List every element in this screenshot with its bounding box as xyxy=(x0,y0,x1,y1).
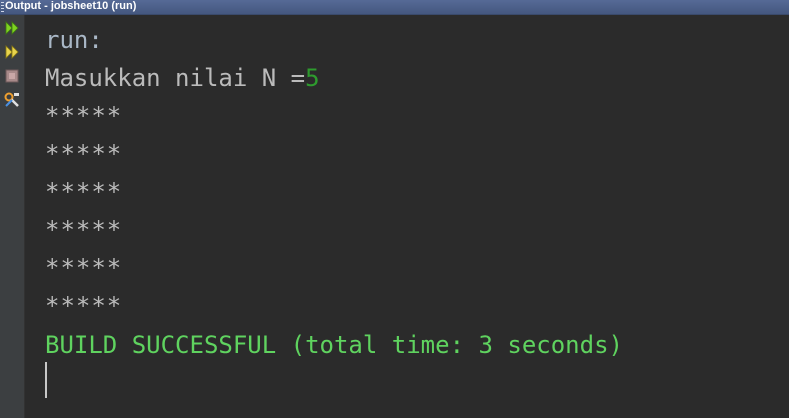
prompt-text: Masukkan nilai N = xyxy=(45,64,306,92)
output-tab-title[interactable]: Output - jobsheet10 (run) xyxy=(0,0,789,15)
output-window: Output - jobsheet10 (run) run: Masukkan … xyxy=(0,0,789,418)
rerun-icon[interactable] xyxy=(3,19,21,37)
output-toolbar xyxy=(0,15,25,418)
drag-grip-icon[interactable] xyxy=(1,2,4,12)
star-row: ***** xyxy=(45,292,123,320)
star-row: ***** xyxy=(45,254,123,282)
settings-icon[interactable] xyxy=(3,91,21,109)
input-value: 5 xyxy=(305,64,320,92)
stop-icon[interactable] xyxy=(3,67,21,85)
star-row: ***** xyxy=(45,216,123,244)
run-label: run: xyxy=(45,26,103,54)
text-caret xyxy=(45,362,47,398)
star-row: ***** xyxy=(45,102,123,130)
output-title-text: Output - jobsheet10 (run) xyxy=(5,0,137,12)
rerun-with-params-icon[interactable] xyxy=(3,43,21,61)
star-row: ***** xyxy=(45,178,123,206)
star-row: ***** xyxy=(45,140,123,168)
build-status: BUILD SUCCESSFUL (total time: 3 seconds) xyxy=(45,331,623,359)
prompt-line: Masukkan nilai N =5 xyxy=(45,63,320,93)
console-output[interactable]: run: Masukkan nilai N =5 ***** ***** ***… xyxy=(25,15,789,418)
